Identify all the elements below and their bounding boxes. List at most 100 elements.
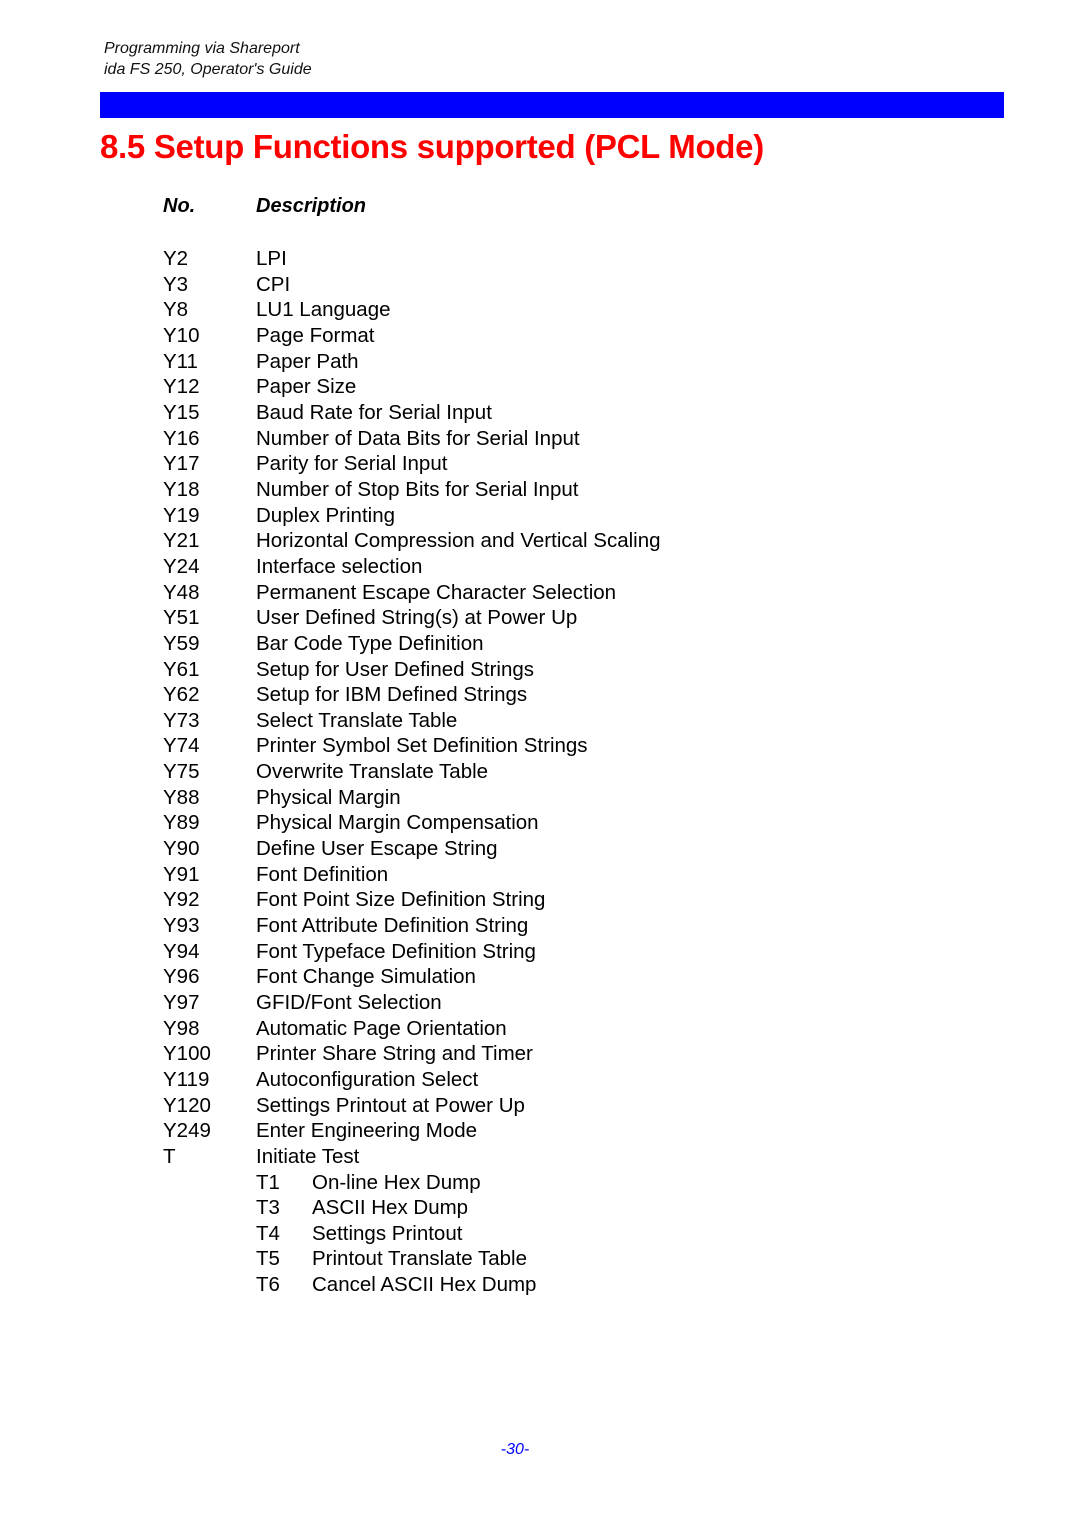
function-number: Y21 bbox=[163, 529, 200, 553]
table-row: Y12 Paper Size bbox=[163, 374, 661, 400]
table-row: Y10 Page Format bbox=[163, 323, 661, 349]
function-number: T1 bbox=[256, 1170, 280, 1194]
function-number: Y18 bbox=[163, 477, 200, 501]
table-row: Y97 GFID/Font Selection bbox=[163, 990, 661, 1016]
function-number: Y93 bbox=[163, 914, 200, 938]
table-row: T6 Cancel ASCII Hex Dump bbox=[256, 1272, 536, 1298]
function-description: Select Translate Table bbox=[256, 708, 458, 732]
function-description: Horizontal Compression and Vertical Scal… bbox=[256, 529, 661, 553]
function-number: Y120 bbox=[163, 1093, 211, 1117]
function-number: Y62 bbox=[163, 683, 200, 707]
function-number: Y48 bbox=[163, 580, 200, 604]
function-number: Y61 bbox=[163, 657, 200, 681]
function-number: Y19 bbox=[163, 503, 200, 527]
function-description: Settings Printout at Power Up bbox=[256, 1093, 525, 1117]
table-row: Y96 Font Change Simulation bbox=[163, 964, 661, 990]
function-description: Baud Rate for Serial Input bbox=[256, 400, 492, 424]
function-number: Y89 bbox=[163, 811, 200, 835]
function-number: Y3 bbox=[163, 272, 189, 296]
function-description: Initiate Test bbox=[256, 1144, 360, 1168]
function-description: Overwrite Translate Table bbox=[256, 760, 489, 784]
table-row: T4 Settings Printout bbox=[256, 1221, 536, 1247]
function-description: Page Format bbox=[256, 323, 375, 347]
function-number: Y119 bbox=[163, 1068, 210, 1091]
function-description: Interface selection bbox=[256, 554, 423, 578]
table-row: Y75 Overwrite Translate Table bbox=[163, 759, 661, 785]
function-description: Font Change Simulation bbox=[256, 965, 476, 989]
function-description: Paper Path bbox=[256, 349, 359, 373]
table-row: Y16 Number of Data Bits for Serial Input bbox=[163, 426, 661, 452]
table-row: Y61 Setup for User Defined Strings bbox=[163, 657, 661, 683]
table-row: Y88 Physical Margin bbox=[163, 785, 661, 811]
function-description: On-line Hex Dump bbox=[312, 1170, 481, 1194]
function-description: Physical Margin Compensation bbox=[256, 811, 539, 835]
table-row: Y15 Baud Rate for Serial Input bbox=[163, 400, 661, 426]
table-row: Y24 Interface selection bbox=[163, 554, 661, 580]
function-description: Duplex Printing bbox=[256, 503, 396, 527]
function-description: LPI bbox=[256, 247, 287, 270]
function-number: T3 bbox=[256, 1196, 280, 1220]
function-number: Y51 bbox=[163, 606, 200, 630]
function-number: Y59 bbox=[163, 631, 200, 655]
function-description: Autoconfiguration Select bbox=[256, 1068, 479, 1091]
table-row: Y92 Font Point Size Definition String bbox=[163, 887, 661, 913]
table-row: Y98 Automatic Page Orientation bbox=[163, 1016, 661, 1042]
function-number: Y92 bbox=[163, 888, 200, 912]
function-description: Number of Data Bits for Serial Input bbox=[256, 426, 580, 450]
header-document-title: ida FS 250, Operator's Guide bbox=[104, 61, 312, 78]
table-row: T Initiate Test bbox=[163, 1144, 661, 1170]
table-row: Y48 Permanent Escape Character Selection bbox=[163, 580, 661, 606]
table-row: Y21 Horizontal Compression and Vertical S… bbox=[163, 528, 661, 554]
table-row: Y51 User Defined String(s) at Power Up bbox=[163, 605, 661, 631]
function-list: Y2 LPI Y3 CPI Y8 LU1 Language Y10 Page Format Y1… bbox=[163, 246, 661, 1170]
column-header-no: No. bbox=[163, 195, 196, 217]
function-description: User Defined String(s) at Power Up bbox=[256, 606, 578, 630]
function-description: ASCII Hex Dump bbox=[312, 1196, 469, 1220]
test-subfunction-list: T1 On-line Hex Dump T3 ASCII Hex Dump T4 Sett… bbox=[256, 1170, 536, 1298]
table-row: Y11 Paper Path bbox=[163, 349, 661, 375]
function-number: Y91 bbox=[163, 862, 200, 886]
function-description: Printout Translate Table bbox=[312, 1247, 527, 1271]
function-number: Y11 bbox=[163, 349, 198, 373]
table-row: Y59 Bar Code Type Definition bbox=[163, 631, 661, 657]
table-row: Y91 Font Definition bbox=[163, 862, 661, 888]
function-number: Y100 bbox=[163, 1042, 211, 1066]
function-number: Y16 bbox=[163, 426, 200, 450]
function-description: Enter Engineering Mode bbox=[256, 1119, 478, 1143]
function-number: Y12 bbox=[163, 375, 200, 399]
function-number: T4 bbox=[256, 1221, 280, 1245]
function-description: Settings Printout bbox=[312, 1221, 463, 1245]
function-description: LU1 Language bbox=[256, 298, 391, 322]
table-row: Y119 Autoconfiguration Select bbox=[163, 1067, 661, 1093]
function-description: Define User Escape String bbox=[256, 837, 498, 861]
table-row: Y74 Printer Symbol Set Definition Strings bbox=[163, 733, 661, 759]
table-row: Y73 Select Translate Table bbox=[163, 708, 661, 734]
function-number: Y94 bbox=[163, 939, 200, 963]
function-description: Font Point Size Definition String bbox=[256, 888, 546, 912]
table-row: Y18 Number of Stop Bits for Serial Input bbox=[163, 477, 661, 503]
table-row: Y2 LPI bbox=[163, 246, 661, 272]
running-header: Programming via Shareport ida FS 250, Op… bbox=[104, 38, 312, 80]
function-description: Setup for User Defined Strings bbox=[256, 657, 535, 681]
function-number: Y249 bbox=[163, 1119, 211, 1143]
function-number: Y10 bbox=[163, 323, 200, 347]
table-row: T1 On-line Hex Dump bbox=[256, 1170, 536, 1196]
function-number: Y75 bbox=[163, 760, 200, 784]
function-number: Y17 bbox=[163, 452, 200, 476]
column-header-description: Description bbox=[256, 195, 367, 217]
function-description: Font Definition bbox=[256, 862, 389, 886]
function-number: Y88 bbox=[163, 785, 200, 809]
function-description: Automatic Page Orientation bbox=[256, 1016, 507, 1040]
function-number: Y2 bbox=[163, 247, 189, 270]
function-number: Y96 bbox=[163, 965, 200, 989]
function-number: Y98 bbox=[163, 1016, 200, 1040]
table-row: Y100 Printer Share String and Timer bbox=[163, 1041, 661, 1067]
function-description: CPI bbox=[256, 272, 291, 296]
function-description: Permanent Escape Character Selection bbox=[256, 580, 617, 604]
table-row: Y62 Setup for IBM Defined Strings bbox=[163, 682, 661, 708]
function-description: Setup for IBM Defined Strings bbox=[256, 683, 528, 707]
table-row: Y94 Font Typeface Definition String bbox=[163, 939, 661, 965]
function-number: Y74 bbox=[163, 734, 200, 758]
function-description: GFID/Font Selection bbox=[256, 991, 442, 1015]
table-row: Y120 Settings Printout at Power Up bbox=[163, 1093, 661, 1119]
